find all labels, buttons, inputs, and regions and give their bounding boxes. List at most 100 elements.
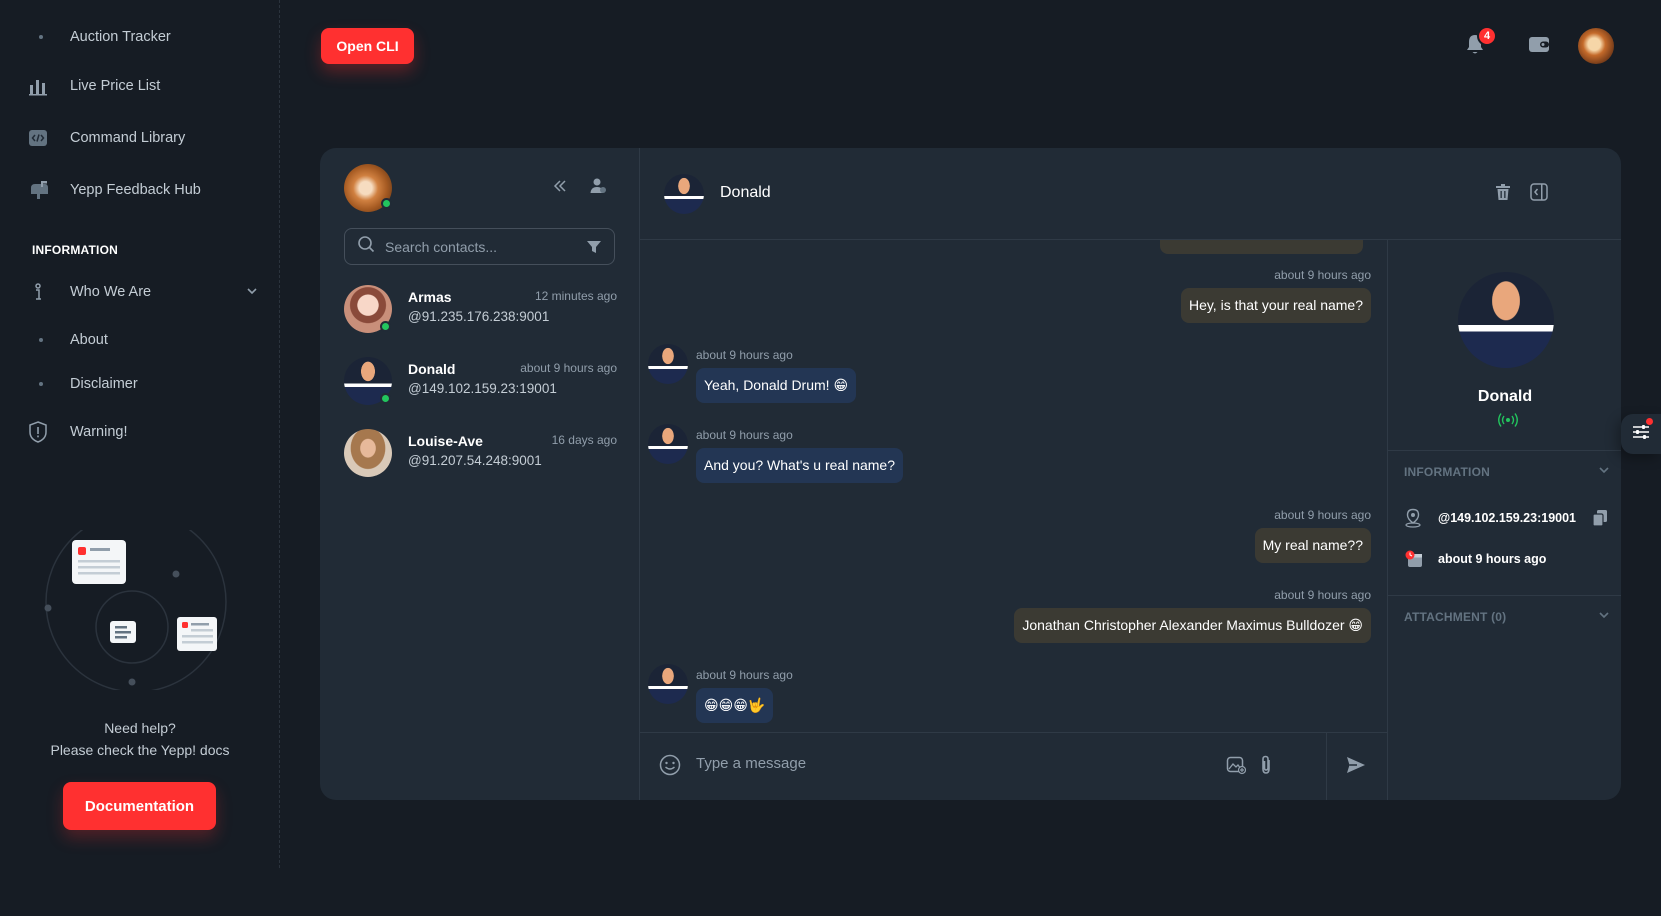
message-bubble: 😁😁😁🤟 — [696, 688, 774, 723]
settings-drawer-button[interactable] — [1621, 414, 1661, 454]
conversation-contact-name: Donald — [720, 184, 771, 201]
contact-search[interactable] — [344, 228, 615, 265]
sliders-icon — [1632, 424, 1650, 445]
attach-file-button[interactable] — [1254, 755, 1278, 779]
online-status-dot — [380, 393, 391, 404]
sidebar: Auction Tracker Live Price List Command … — [0, 0, 280, 868]
details-address-row: @149.102.159.23:19001 — [1404, 508, 1608, 528]
sidebar-item-feedback-hub[interactable]: Yepp Feedback Hub — [28, 173, 258, 207]
trash-icon — [1495, 183, 1511, 206]
message-bubble: Hey, is that your real name? — [1180, 288, 1371, 323]
search-icon — [357, 235, 375, 258]
collapse-panel-button[interactable] — [548, 176, 572, 200]
image-add-icon — [1226, 755, 1247, 780]
toggle-details-button[interactable] — [1527, 182, 1551, 206]
sidebar-item-label: Auction Tracker — [70, 29, 171, 45]
contact-details-panel: Donald INFORMATION @149.102.159.23:19001 — [1387, 240, 1621, 800]
attachment-section-header[interactable]: ATTACHMENT (0) — [1388, 595, 1621, 639]
mailbox-icon — [28, 179, 58, 201]
sidebar-item-who-we-are[interactable]: Who We Are — [28, 275, 258, 309]
attach-image-button[interactable] — [1224, 755, 1248, 779]
add-contact-button[interactable] — [586, 176, 610, 200]
contact-time: about 9 hours ago — [520, 361, 617, 375]
message-composer — [640, 732, 1387, 800]
open-cli-button[interactable]: Open CLI — [321, 28, 414, 64]
message-avatar — [648, 664, 688, 704]
attachment-section-title: ATTACHMENT (0) — [1404, 610, 1507, 624]
sidebar-item-live-price-list[interactable]: Live Price List — [28, 69, 258, 103]
message-time: about 9 hours ago — [1274, 268, 1371, 282]
contact-avatar — [344, 429, 392, 477]
section-title-information: INFORMATION — [32, 243, 118, 257]
online-status-dot — [381, 198, 392, 209]
sidebar-item-command-library[interactable]: Command Library — [28, 121, 258, 155]
documentation-button[interactable]: Documentation — [63, 782, 216, 830]
message-input[interactable] — [696, 755, 1196, 772]
message-item: about 9 hours ago Yeah, Donald Drum! 😁 — [696, 348, 857, 403]
delete-conversation-button[interactable] — [1491, 182, 1515, 206]
send-icon — [1346, 756, 1366, 779]
details-avatar — [1458, 272, 1554, 368]
bar-chart-icon — [28, 75, 58, 97]
message-time: about 9 hours ago — [1274, 588, 1371, 602]
bullet-icon — [28, 329, 58, 351]
paperclip-icon — [1258, 755, 1274, 780]
contact-address: @149.102.159.23:19001 — [408, 381, 557, 396]
copy-icon[interactable] — [1592, 509, 1608, 527]
sidebar-item-label: Warning! — [70, 424, 128, 440]
conversation-panel: Donald about 9 hours ago Hey, is that yo… — [640, 148, 1621, 800]
emoji-button[interactable] — [658, 754, 682, 781]
message-time: about 9 hours ago — [696, 348, 793, 362]
message-bubble: My real name?? — [1254, 528, 1371, 563]
contact-item-armas[interactable]: Armas @91.235.176.238:9001 12 minutes ag… — [344, 281, 617, 341]
chat-card: Armas @91.235.176.238:9001 12 minutes ag… — [320, 148, 1621, 800]
help-line-1: Need help? — [104, 720, 176, 736]
search-input[interactable] — [385, 238, 575, 255]
contact-time: 16 days ago — [551, 433, 617, 447]
sidebar-item-auction-tracker[interactable]: Auction Tracker — [28, 20, 258, 54]
code-icon — [28, 127, 58, 149]
message-item: about 9 hours ago Hey, is that your real… — [1180, 268, 1371, 323]
help-illustration — [36, 511, 236, 693]
send-button[interactable] — [1344, 755, 1368, 779]
chevron-down-icon — [246, 285, 258, 300]
bullet-icon — [28, 26, 58, 48]
message-list: about 9 hours ago Hey, is that your real… — [640, 240, 1387, 732]
message-bubble: And you? What's u real name? — [696, 448, 904, 483]
message-item: about 9 hours ago And you? What's u real… — [696, 428, 904, 483]
user-icon — [589, 177, 607, 200]
details-last-seen: about 9 hours ago — [1438, 552, 1547, 566]
sidebar-item-warning[interactable]: Warning! — [28, 415, 258, 449]
wallet-button[interactable] — [1525, 32, 1553, 60]
online-status-dot — [380, 321, 391, 332]
info-icon — [28, 281, 58, 303]
message-time: about 9 hours ago — [1274, 508, 1371, 522]
information-section-header[interactable]: INFORMATION — [1388, 450, 1621, 494]
contact-address: @91.235.176.238:9001 — [408, 309, 550, 324]
shield-alert-icon — [28, 421, 58, 443]
sidebar-item-label: Yepp Feedback Hub — [70, 182, 201, 198]
notification-button[interactable]: 4 — [1461, 26, 1497, 60]
sidebar-item-disclaimer[interactable]: Disclaimer — [28, 367, 258, 401]
chevron-down-icon — [1598, 609, 1610, 624]
message-bubble-partial — [1160, 240, 1363, 254]
message-item: about 9 hours ago My real name?? — [1254, 508, 1371, 563]
sidebar-item-label: Command Library — [70, 130, 186, 146]
wallet-icon — [1528, 34, 1550, 59]
contact-item-donald[interactable]: Donald @149.102.159.23:19001 about 9 hou… — [344, 353, 617, 413]
sidebar-item-about[interactable]: About — [28, 323, 258, 357]
help-text: Need help? Please check the Yepp! docs — [0, 717, 280, 761]
sidebar-item-label: Live Price List — [70, 78, 161, 94]
sidebar-item-label: Disclaimer — [70, 376, 138, 392]
contact-item-louise-ave[interactable]: Louise-Ave @91.207.54.248:9001 16 days a… — [344, 425, 617, 485]
filter-icon[interactable] — [586, 239, 602, 255]
message-avatar — [648, 344, 688, 384]
settings-notification-dot — [1646, 418, 1653, 425]
message-item: about 9 hours ago Jonathan Christopher A… — [1014, 588, 1371, 643]
message-item: about 9 hours ago 😁😁😁🤟 — [696, 668, 793, 723]
details-name: Donald — [1477, 388, 1533, 405]
message-bubble: Jonathan Christopher Alexander Maximus B… — [1014, 608, 1371, 643]
smiley-icon — [659, 754, 681, 781]
user-avatar[interactable] — [1578, 28, 1614, 64]
contact-address: @91.207.54.248:9001 — [408, 453, 542, 468]
